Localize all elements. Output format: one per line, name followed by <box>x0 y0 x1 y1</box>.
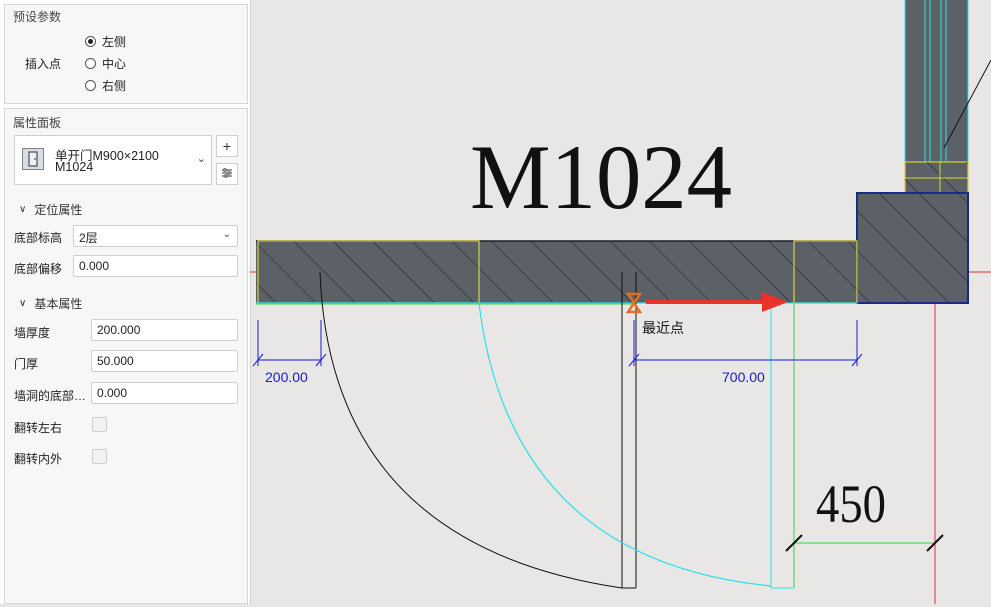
door-thickness-label: 门厚 <box>14 357 39 371</box>
door-swing[interactable] <box>319 271 795 589</box>
flip-lr-checkbox[interactable] <box>92 417 107 432</box>
section-position-label: 定位属性 <box>34 203 83 217</box>
settings-button[interactable] <box>216 163 238 185</box>
dimension-450-value: 450 <box>816 474 886 534</box>
radio-right[interactable]: 右侧 <box>85 77 126 94</box>
base-offset-value: 0.000 <box>79 259 110 273</box>
vertical-wall[interactable] <box>904 0 991 194</box>
section-basic[interactable]: ∨ 基本属性 <box>19 295 82 312</box>
chevron-down-icon: ⌄ <box>222 229 231 240</box>
sliders-icon <box>221 166 233 182</box>
opening-base-input[interactable]: 0.000 <box>91 382 238 404</box>
properties-panel: 预设参数 插入点 左侧 中心 右侧 属性面板 单开门M900×2100 M102… <box>0 0 251 604</box>
base-level-label: 底部标高 <box>14 231 63 245</box>
chevron-down-icon: ∨ <box>19 204 27 215</box>
preset-group: 预设参数 插入点 左侧 中心 右侧 <box>4 4 248 104</box>
plus-icon: + <box>222 138 232 154</box>
door-thickness-input[interactable]: 50.000 <box>91 350 238 372</box>
flip-lr-label: 翻转左右 <box>14 421 63 435</box>
wall-thickness-value: 200.000 <box>97 323 141 337</box>
preset-title: 预设参数 <box>13 10 62 24</box>
section-basic-label: 基本属性 <box>34 297 83 311</box>
dimension-left-value: 200.00 <box>265 369 308 385</box>
opening-base-label: 墙洞的底部… <box>14 389 87 403</box>
radio-right-indicator[interactable] <box>85 80 96 91</box>
component-selector[interactable]: 单开门M900×2100 M1024 ⌄ <box>14 135 212 185</box>
base-level-select[interactable]: 2层 ⌄ <box>73 225 238 247</box>
dimension-450: 450 <box>785 474 944 552</box>
radio-left-indicator[interactable] <box>85 36 96 47</box>
wall-thickness-input[interactable]: 200.000 <box>91 319 238 341</box>
radio-left[interactable]: 左侧 <box>85 33 126 50</box>
radio-center-indicator[interactable] <box>85 58 96 69</box>
properties-group: 属性面板 单开门M900×2100 M1024 ⌄ + ∨ 定位属性 底部标高 … <box>4 108 248 604</box>
radio-right-label: 右侧 <box>102 79 127 93</box>
add-button[interactable]: + <box>216 135 238 157</box>
insert-point-label: 插入点 <box>25 57 62 71</box>
section-position[interactable]: ∨ 定位属性 <box>19 201 82 218</box>
door-tag: M1024 <box>470 126 732 228</box>
drawing-canvas[interactable]: M1024 200.00 700.00 最近点 450 <box>250 0 991 604</box>
chevron-down-icon: ∨ <box>19 298 27 309</box>
flip-io-checkbox[interactable] <box>92 449 107 464</box>
base-level-value: 2层 <box>79 231 98 245</box>
opening-base-value: 0.000 <box>97 386 128 400</box>
base-offset-label: 底部偏移 <box>14 262 63 276</box>
dimension-left: 200.00 <box>252 320 327 385</box>
floor-plan-drawing[interactable]: M1024 200.00 700.00 最近点 450 <box>250 0 991 604</box>
base-offset-input[interactable]: 0.000 <box>73 255 238 277</box>
dimension-right-value: 700.00 <box>722 369 765 385</box>
door-thumbnail-icon <box>22 148 44 170</box>
chevron-down-icon: ⌄ <box>196 153 206 165</box>
wall-thickness-label: 墙厚度 <box>14 326 51 340</box>
component-code: M1024 <box>55 160 94 174</box>
column[interactable] <box>856 192 969 304</box>
radio-center-label: 中心 <box>102 57 127 71</box>
door-thickness-value: 50.000 <box>97 354 134 368</box>
radio-left-label: 左侧 <box>102 35 127 49</box>
properties-title: 属性面板 <box>13 116 62 130</box>
radio-center[interactable]: 中心 <box>85 55 126 72</box>
snap-label: 最近点 <box>642 320 684 336</box>
flip-io-label: 翻转内外 <box>14 452 63 466</box>
